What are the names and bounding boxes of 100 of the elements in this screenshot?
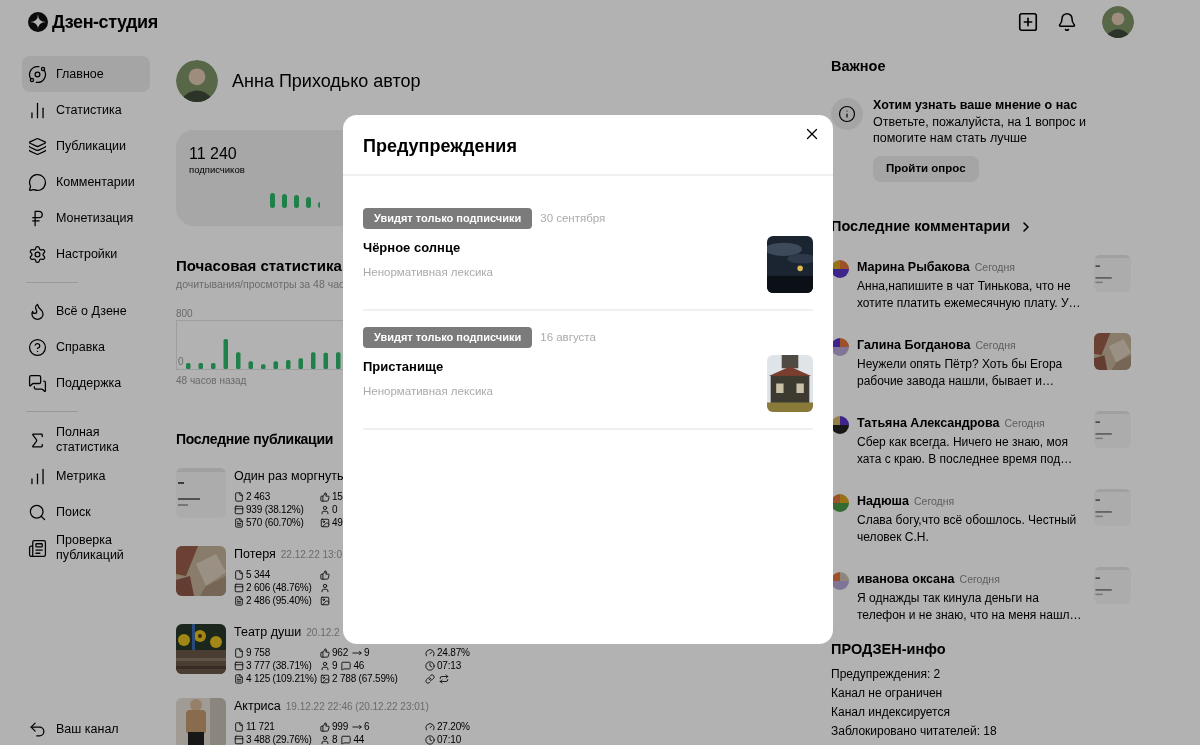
stat-value: 27.20% — [437, 720, 470, 733]
settings-icon — [28, 244, 47, 264]
commenter-name: Марина Рыбакова — [857, 259, 970, 275]
avatar — [1102, 6, 1134, 38]
stat-value: 962 — [332, 646, 349, 659]
comment-text: Анна,напишите в чат Тинькова, что не хотите платить ежемесячную плату. У… — [857, 277, 1082, 312]
stat-value: 4 125 (109.21%) — [246, 672, 317, 685]
image-icon — [320, 673, 330, 684]
create-button[interactable] — [1016, 10, 1040, 34]
stat-value: 2 606 (48.76%) — [246, 581, 312, 594]
sidebar-item[interactable]: Справка — [22, 329, 150, 365]
subscribers-label: подписчиков — [189, 164, 245, 176]
axis-tick-label: 800 — [176, 308, 193, 320]
person-icon — [320, 582, 330, 593]
mini-bar-chart — [270, 192, 320, 208]
gauge-icon — [425, 647, 435, 658]
stat-value: 07:13 — [437, 659, 462, 672]
survey-heading: Хотим узнать ваше мнение о нас — [873, 97, 1078, 114]
publication-title[interactable]: Один раз моргнуть — [234, 468, 344, 484]
survey-button[interactable]: Пройти опрос — [873, 156, 979, 182]
publication-title[interactable]: Театр души — [234, 624, 302, 640]
repeat-icon — [439, 673, 449, 684]
text-document-icon — [234, 517, 244, 528]
avatar — [831, 260, 849, 278]
person-icon — [320, 660, 330, 671]
stat-value: 9 — [364, 646, 370, 659]
document-thumbnail — [1094, 567, 1131, 604]
clock-icon — [425, 660, 435, 671]
stat-value: 0 — [332, 503, 338, 516]
gauge-icon — [425, 721, 435, 732]
window-icon — [234, 734, 244, 745]
comment-text: Я однажды так кинула деньги на телефон и не знаю, что на меня нашл… — [857, 589, 1083, 624]
publication-title[interactable]: Актриса — [234, 698, 281, 714]
document-icon — [234, 491, 244, 502]
section-title[interactable]: Последние комментарии — [831, 218, 1011, 235]
avatar — [831, 572, 849, 590]
sidebar-item[interactable]: Поиск — [22, 494, 150, 530]
thumbs-up-icon — [320, 647, 330, 658]
sidebar-item[interactable]: Всё о Дзене — [22, 293, 150, 329]
stat-value: 8 — [332, 733, 338, 745]
person-icon — [320, 504, 330, 515]
sidebar-item[interactable]: Монетизация — [22, 200, 150, 236]
commenter-name: Галина Богданова — [857, 337, 971, 353]
comment-date: Сегодня — [913, 494, 955, 509]
avatar — [831, 338, 849, 356]
speech-bubble-icon — [341, 734, 352, 745]
speech-bubble-icon — [341, 660, 352, 671]
sidebar-item[interactable]: Комментарии — [22, 164, 150, 200]
axis-label: 48 часов назад — [176, 375, 247, 387]
window-icon — [234, 582, 244, 593]
document-thumbnail — [1094, 255, 1131, 292]
stat-value: 3 488 (29.76%) — [246, 733, 312, 745]
comment-text: Сбер как всегда. Ничего не знаю, моя хата с краю. В последнее время под… — [857, 433, 1074, 468]
publication-title[interactable]: Потеря — [234, 546, 276, 562]
stat-value: 11 721 — [246, 720, 275, 733]
sidebar-item[interactable]: Полная статистика — [22, 422, 150, 458]
info-line: Канал не ограничен — [831, 685, 943, 701]
person-icon — [320, 734, 330, 745]
warning-date: 16 августа — [540, 329, 596, 345]
sidebar-item[interactable]: Настройки — [22, 236, 150, 272]
stat-value: 49 — [332, 516, 343, 529]
text-document-icon — [234, 673, 244, 684]
sidebar-item[interactable]: Главное — [22, 56, 150, 92]
stat-value: 939 (38.12%) — [246, 503, 304, 516]
section-title: ПРОДЗЕН-инфо — [831, 641, 946, 658]
comment-text: Слава богу,что всё обошлось. Честный человек С.Н. — [857, 511, 1078, 546]
visibility-badge: Увидят только подписчики — [363, 208, 533, 229]
info-icon — [838, 105, 856, 123]
speech-bubble-icon — [28, 172, 47, 192]
logo-text: Дзен-студия — [52, 10, 158, 34]
axis-tick-label: 0 — [178, 356, 184, 368]
sidebar-item[interactable]: Поддержка — [22, 365, 150, 401]
author-name: Анна Приходько автор — [232, 69, 421, 93]
stat-value: 46 — [353, 659, 365, 672]
notifications-button[interactable] — [1056, 11, 1078, 33]
stat-value: 6 — [364, 720, 370, 733]
publication-title[interactable]: Чёрное солнце — [363, 238, 461, 258]
avatar — [831, 416, 849, 434]
bar-chart-icon — [28, 466, 47, 486]
document-thumbnail — [176, 468, 226, 518]
comment-date: Сегодня — [1004, 416, 1045, 431]
publication-date: 20.12.2 — [306, 626, 340, 640]
clock-icon — [425, 734, 435, 745]
image-icon — [320, 595, 330, 606]
dialog-title: Предупреждения — [363, 135, 517, 157]
thumbs-up-icon — [320, 721, 330, 732]
sidebar-item[interactable]: Проверка публикаций — [22, 530, 150, 566]
document-thumbnail — [1094, 489, 1131, 526]
plus-icon — [1017, 11, 1039, 33]
publication-title[interactable]: Пристанище — [363, 357, 444, 377]
stat-value: 07:10 — [437, 733, 462, 745]
sidebar-item[interactable]: Статистика — [22, 92, 150, 128]
section-title: Последние публикации — [176, 431, 333, 448]
stat-value: 44 — [353, 733, 365, 745]
image-icon — [320, 517, 330, 528]
warning-reason: Ненормативная лексика — [363, 383, 493, 399]
stat-value: 24.87% — [437, 646, 470, 659]
sidebar-item[interactable]: Метрика — [22, 458, 150, 494]
sidebar-item[interactable]: Ваш канал — [22, 713, 150, 745]
sidebar-item[interactable]: Публикации — [22, 128, 150, 164]
